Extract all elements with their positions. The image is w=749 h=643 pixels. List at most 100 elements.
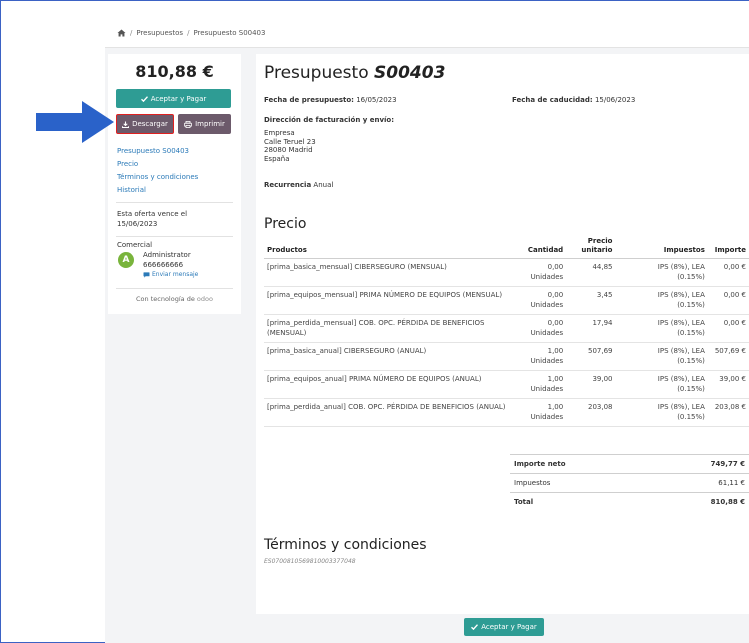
cell-price: 507,69 bbox=[566, 342, 616, 371]
print-button[interactable]: Imprimir bbox=[178, 114, 231, 134]
cell-amount: 0,00 € bbox=[707, 258, 749, 287]
odoo-logo[interactable]: odoo bbox=[197, 295, 213, 303]
taxes-label: Impuestos bbox=[510, 473, 650, 493]
cell-product: [prima_equipos_anual] PRIMA NÚMERO DE EQ… bbox=[264, 370, 524, 399]
cell-qty: 0,00 Unidades bbox=[523, 258, 567, 287]
cell-amount: 203,08 € bbox=[707, 398, 749, 427]
total-value: 810,88 € bbox=[649, 492, 749, 511]
cell-taxes: IPS (8%), LEA (0.15%) bbox=[615, 286, 708, 315]
total-label: Total bbox=[510, 492, 650, 511]
net-amount-label: Importe neto bbox=[510, 454, 650, 474]
quote-date-value: 16/05/2023 bbox=[356, 96, 397, 104]
column-header-price-line: Precio bbox=[587, 237, 613, 245]
taxes-value: 61,11 € bbox=[649, 473, 749, 493]
home-icon[interactable] bbox=[117, 28, 126, 37]
column-header-qty: Cantidad bbox=[523, 235, 567, 259]
net-amount-value: 749,77 € bbox=[649, 454, 749, 474]
column-header-product: Productos bbox=[264, 235, 524, 259]
sidebar-divider bbox=[116, 236, 233, 237]
cell-qty-unit: Unidades bbox=[530, 328, 564, 337]
download-label: Descargar bbox=[132, 120, 168, 128]
sidebar-link-price[interactable]: Precio bbox=[117, 158, 198, 171]
recurrence: Recurrencia Anual bbox=[264, 181, 333, 189]
taxes-row: Impuestos 61,11 € bbox=[510, 473, 749, 493]
column-header-price-line: unitario bbox=[581, 246, 613, 254]
address-line: Empresa bbox=[264, 129, 295, 137]
column-header-price: Precio unitario bbox=[566, 235, 616, 259]
cell-taxes-line: IPS (8%), LEA bbox=[657, 319, 705, 327]
cell-product-text: [prima_perdida_anual] COB. OPC. PÉRDIDA … bbox=[267, 403, 506, 411]
powered-by: Con tecnología de odoo bbox=[108, 295, 241, 303]
cell-qty-unit: Unidades bbox=[530, 300, 564, 309]
cell-taxes-line: (0.15%) bbox=[677, 356, 705, 365]
cell-taxes: IPS (8%), LEA (0.15%) bbox=[615, 398, 708, 427]
column-header-amount: Importe bbox=[707, 235, 749, 259]
cell-qty-value: 0,00 bbox=[547, 263, 564, 271]
salesperson-name: Administrator bbox=[143, 251, 191, 259]
bottom-accept-and-pay-button[interactable]: Aceptar y Pagar bbox=[464, 618, 544, 636]
salesperson-heading: Comercial bbox=[117, 241, 153, 249]
offer-expiry-date: 15/06/2023 bbox=[117, 220, 158, 228]
print-label: Imprimir bbox=[195, 120, 225, 128]
net-amount-row: Importe neto 749,77 € bbox=[510, 454, 749, 474]
page-title: Presupuesto S00403 bbox=[264, 63, 445, 83]
totals-table: Importe neto 749,77 € Impuestos 61,11 € … bbox=[510, 454, 749, 511]
sidebar-navigation: Presupuesto S00403 Precio Términos y con… bbox=[117, 145, 198, 197]
expiry-date-label: Fecha de caducidad: bbox=[512, 96, 593, 104]
printer-icon bbox=[184, 120, 192, 128]
address-heading-label: Dirección de facturación y envío: bbox=[264, 116, 395, 124]
cell-taxes: IPS (8%), LEA (0.15%) bbox=[615, 314, 708, 343]
price-section-title: Precio bbox=[264, 216, 307, 232]
cell-product-text: [prima_basica_mensual] CIBERSEGURO (MENS… bbox=[267, 263, 447, 271]
cell-taxes-line: IPS (8%), LEA bbox=[657, 375, 705, 383]
cell-taxes-line: IPS (8%), LEA bbox=[657, 347, 705, 355]
cell-qty-value: 0,00 bbox=[547, 291, 564, 299]
cell-price: 39,00 bbox=[566, 370, 616, 399]
sidebar-total-amount: 810,88 € bbox=[135, 62, 214, 81]
terms-section-title: Términos y condiciones bbox=[264, 537, 427, 553]
powered-by-text: Con tecnología de bbox=[136, 295, 195, 303]
cell-qty-unit: Unidades bbox=[530, 412, 564, 421]
sidebar-link-quote[interactable]: Presupuesto S00403 bbox=[117, 145, 198, 158]
cell-product-text: [prima_equipos_mensual] PRIMA NÚMERO DE … bbox=[267, 291, 503, 299]
recurrence-value: Anual bbox=[313, 181, 334, 189]
cell-price: 3,45 bbox=[566, 286, 616, 315]
breadcrumb-separator: / bbox=[187, 28, 190, 37]
send-message-link[interactable]: Enviar mensaje bbox=[143, 270, 198, 280]
cell-product-text: [prima_perdida_mensual] COB. OPC. PÉRDID… bbox=[267, 319, 485, 337]
quote-sidebar: 810,88 € Aceptar y Pagar Descargar Impri… bbox=[108, 54, 241, 314]
download-button[interactable]: Descargar bbox=[116, 114, 174, 134]
cell-qty-unit: Unidades bbox=[530, 356, 564, 365]
cell-amount: 507,69 € bbox=[707, 342, 749, 371]
cell-product-text: [prima_equipos_anual] PRIMA NÚMERO DE EQ… bbox=[267, 375, 482, 383]
quote-date-label: Fecha de presupuesto: bbox=[264, 96, 354, 104]
table-row: [prima_basica_mensual] CIBERSEGURO (MENS… bbox=[264, 258, 749, 287]
send-message-label: Enviar mensaje bbox=[152, 271, 199, 278]
breadcrumb: / Presupuestos / Presupuesto S00403 bbox=[105, 18, 749, 48]
table-row: [prima_equipos_mensual] PRIMA NÚMERO DE … bbox=[264, 286, 749, 315]
accept-and-pay-button[interactable]: Aceptar y Pagar bbox=[116, 89, 231, 108]
breadcrumb-separator: / bbox=[130, 28, 133, 37]
accept-and-pay-label: Aceptar y Pagar bbox=[150, 94, 207, 103]
billing-address: Empresa Calle Teruel 23 28080 Madrid Esp… bbox=[264, 129, 316, 163]
sidebar-link-history[interactable]: Historial bbox=[117, 184, 198, 197]
total-row: Total 810,88 € bbox=[510, 492, 749, 511]
cell-qty: 0,00 Unidades bbox=[523, 286, 567, 315]
breadcrumb-current: Presupuesto S00403 bbox=[193, 28, 266, 37]
cell-qty: 1,00 Unidades bbox=[523, 370, 567, 399]
cell-taxes-line: (0.15%) bbox=[677, 300, 705, 309]
cell-qty-value: 1,00 bbox=[547, 375, 564, 383]
salesperson-phone: 666666666 bbox=[143, 260, 184, 269]
terms-text: ES0700810569810003377048 bbox=[264, 558, 356, 565]
cell-product: [prima_perdida_anual] COB. OPC. PÉRDIDA … bbox=[264, 398, 524, 427]
cell-taxes-line: (0.15%) bbox=[677, 272, 705, 281]
page-title-prefix: Presupuesto bbox=[264, 63, 369, 83]
salesperson-info: Administrator 666666666 Enviar mensaje bbox=[143, 251, 198, 280]
table-row: [prima_perdida_mensual] COB. OPC. PÉRDID… bbox=[264, 314, 749, 343]
order-lines-table: Productos Cantidad Precio unitario Impue… bbox=[264, 235, 749, 427]
breadcrumb-presupuestos[interactable]: Presupuestos bbox=[136, 29, 183, 37]
sidebar-link-terms[interactable]: Términos y condiciones bbox=[117, 171, 198, 184]
cell-taxes-line: (0.15%) bbox=[677, 328, 705, 337]
cell-product: [prima_basica_anual] CIBERSEGURO (ANUAL) bbox=[264, 342, 524, 371]
table-row: [prima_equipos_anual] PRIMA NÚMERO DE EQ… bbox=[264, 370, 749, 399]
